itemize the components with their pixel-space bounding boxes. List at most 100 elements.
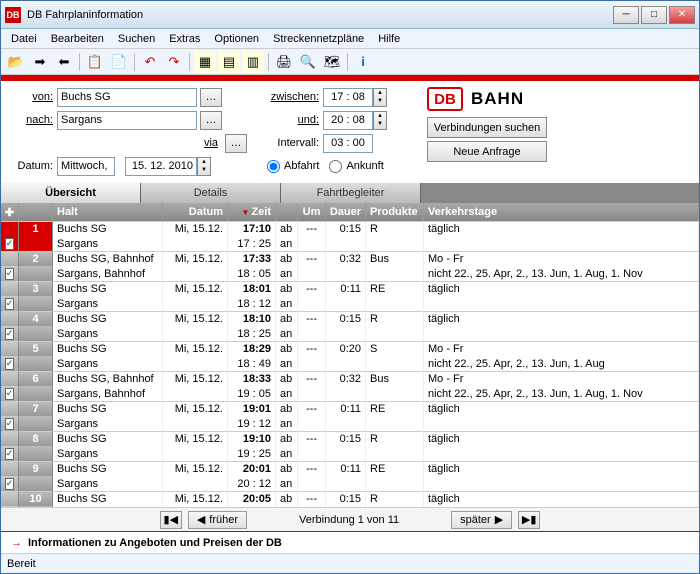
pager-status: Verbindung 1 von 11 (299, 514, 399, 526)
von-input[interactable] (57, 88, 197, 107)
import-icon[interactable]: ⬅ (53, 51, 75, 73)
preview-icon[interactable]: 🔍 (297, 51, 319, 73)
menu-extras[interactable]: Extras (163, 31, 206, 47)
row-checkbox[interactable]: ✓ (5, 328, 15, 340)
intervall-input[interactable] (323, 134, 373, 153)
col-aban[interactable] (276, 203, 298, 221)
row-checkbox[interactable]: ✓ (5, 358, 15, 370)
tab-details[interactable]: Details (141, 183, 281, 203)
map-icon[interactable]: 🗺 (321, 51, 343, 73)
time-dep: 18:33 (228, 371, 276, 386)
zwischen-input[interactable] (323, 88, 373, 107)
col-halt[interactable]: Halt (53, 203, 163, 221)
toolbar: 📂 ➡ ⬅ 📋 📄 ↶ ↷ ▦ ▤ ▥ 🖨 🔍 🗺 i (1, 49, 699, 75)
maximize-button[interactable]: □ (641, 6, 667, 24)
datum-spinner[interactable]: ▲▼ (197, 157, 211, 176)
result-row[interactable]: 1Buchs SGMi, 15.12.17:10ab---0:15Rtäglic… (1, 221, 699, 251)
und-spinner[interactable]: ▲▼ (373, 111, 387, 130)
print-icon[interactable]: 🖨 (273, 51, 295, 73)
result-row[interactable]: 3Buchs SGMi, 15.12.18:01ab---0:11REtägli… (1, 281, 699, 311)
col-verkehrstage[interactable]: Verkehrstage (424, 203, 699, 221)
days: täglich (424, 431, 699, 446)
intervall-label: Intervall: (267, 137, 323, 149)
tabs: Übersicht Details Fahrtbegleiter (1, 183, 699, 203)
result-row[interactable]: 8Buchs SGMi, 15.12.19:10ab---0:15Rtäglic… (1, 431, 699, 461)
nach-input[interactable] (57, 111, 197, 130)
an-label: an (276, 386, 298, 401)
result-row[interactable]: 4Buchs SGMi, 15.12.18:10ab---0:15Rtäglic… (1, 311, 699, 341)
row-checkbox[interactable]: ✓ (5, 238, 15, 250)
halt-to: Sargans (53, 446, 163, 461)
col-datum[interactable]: Datum (163, 203, 228, 221)
col-check[interactable]: ✚ (1, 203, 19, 221)
menu-hilfe[interactable]: Hilfe (372, 31, 406, 47)
col-dauer[interactable]: Dauer (326, 203, 366, 221)
menu-bearbeiten[interactable]: Bearbeiten (45, 31, 110, 47)
ankunft-radio[interactable]: Ankunft (329, 160, 383, 173)
abfahrt-radio[interactable]: Abfahrt (267, 160, 319, 173)
new-query-button[interactable]: Neue Anfrage (427, 141, 547, 162)
time-dep: 20:05 (228, 491, 276, 506)
view2-icon[interactable]: ▤ (218, 51, 240, 73)
nach-lookup-button[interactable]: … (200, 111, 222, 130)
col-um[interactable]: Um (298, 203, 326, 221)
ab-label: ab (276, 311, 298, 326)
view3-icon[interactable]: ▥ (242, 51, 264, 73)
transfers: --- (298, 281, 326, 296)
tab-fahrtbegleiter[interactable]: Fahrtbegleiter (281, 183, 421, 203)
copy-icon[interactable]: 📋 (84, 51, 106, 73)
tab-uebersicht[interactable]: Übersicht (1, 183, 141, 203)
minimize-button[interactable]: ─ (613, 6, 639, 24)
days-note: nicht 22., 25. Apr, 2., 13. Jun, 1. Aug,… (424, 386, 699, 401)
paste-icon[interactable]: 📄 (108, 51, 130, 73)
undo-icon[interactable]: ↶ (139, 51, 161, 73)
result-row[interactable]: 10Buchs SGMi, 15.12.20:05ab---0:15Rtägli… (1, 491, 699, 507)
zwischen-spinner[interactable]: ▲▼ (373, 88, 387, 107)
export-icon[interactable]: ➡ (29, 51, 51, 73)
search-button[interactable]: Verbindungen suchen (427, 117, 547, 138)
an-label: an (276, 446, 298, 461)
col-produkte[interactable]: Produkte (366, 203, 424, 221)
duration: 0:11 (326, 401, 366, 416)
weekday-input[interactable] (57, 157, 115, 176)
an-label: an (276, 356, 298, 371)
col-zeit[interactable]: ▼Zeit (228, 203, 276, 221)
menu-streckennetzplaene[interactable]: Streckennetzpläne (267, 31, 370, 47)
last-button[interactable]: ▶▮ (518, 511, 540, 529)
halt-to: Sargans, Bahnhof (53, 386, 163, 401)
ab-label: ab (276, 371, 298, 386)
result-row[interactable]: 6Buchs SG, BahnhofMi, 15.12.18:33ab---0:… (1, 371, 699, 401)
col-num[interactable] (19, 203, 53, 221)
transfers: --- (298, 431, 326, 446)
row-checkbox[interactable]: ✓ (5, 448, 15, 460)
info-bar[interactable]: → Informationen zu Angeboten und Preisen… (1, 531, 699, 553)
row-checkbox[interactable]: ✓ (5, 418, 15, 430)
close-button[interactable]: ✕ (669, 6, 695, 24)
via-lookup-button[interactable]: … (225, 134, 247, 153)
info-icon[interactable]: i (352, 51, 374, 73)
redo-icon[interactable]: ↷ (163, 51, 185, 73)
result-row[interactable]: 5Buchs SGMi, 15.12.18:29ab---0:20SMo - F… (1, 341, 699, 371)
menu-datei[interactable]: Datei (5, 31, 43, 47)
app-icon: DB (5, 7, 21, 23)
open-icon[interactable]: 📂 (5, 51, 27, 73)
result-row[interactable]: 7Buchs SGMi, 15.12.19:01ab---0:11REtägli… (1, 401, 699, 431)
menu-optionen[interactable]: Optionen (208, 31, 265, 47)
first-button[interactable]: ▮◀ (160, 511, 182, 529)
datum-input[interactable] (125, 157, 197, 176)
und-input[interactable] (323, 111, 373, 130)
row-date: Mi, 15.12. (163, 341, 228, 356)
earlier-button[interactable]: ◀ früher (188, 511, 247, 529)
result-row[interactable]: 2Buchs SG, BahnhofMi, 15.12.17:33ab---0:… (1, 251, 699, 281)
row-checkbox[interactable]: ✓ (5, 478, 15, 490)
row-checkbox[interactable]: ✓ (5, 298, 15, 310)
von-lookup-button[interactable]: … (200, 88, 222, 107)
row-checkbox[interactable]: ✓ (5, 268, 15, 280)
row-number: 3 (19, 281, 53, 296)
result-row[interactable]: 9Buchs SGMi, 15.12.20:01ab---0:11REtägli… (1, 461, 699, 491)
view1-icon[interactable]: ▦ (194, 51, 216, 73)
later-button[interactable]: später ▶ (451, 511, 512, 529)
row-checkbox[interactable]: ✓ (5, 388, 15, 400)
transfers: --- (298, 491, 326, 506)
menu-suchen[interactable]: Suchen (112, 31, 161, 47)
